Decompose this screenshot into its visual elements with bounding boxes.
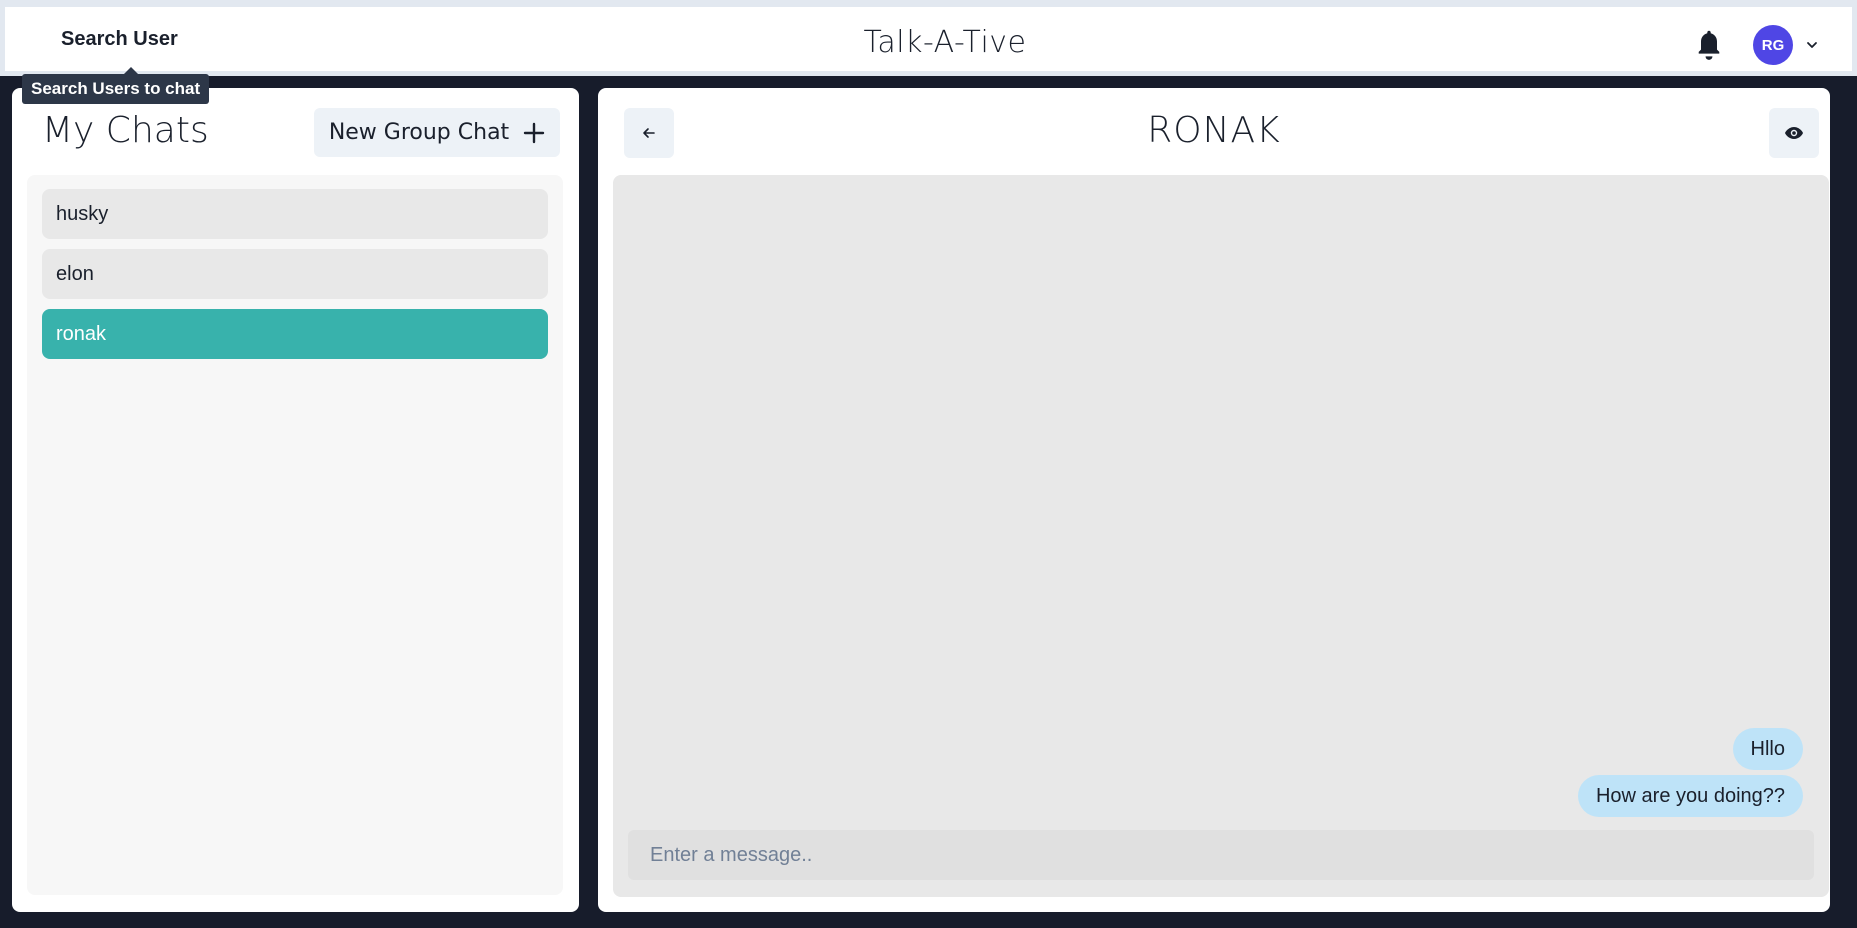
plus-icon xyxy=(523,122,545,143)
view-profile-button[interactable] xyxy=(1769,108,1819,158)
top-bar: Search User Talk-A-Tive RG xyxy=(0,0,1857,76)
chat-item-label: ronak xyxy=(56,322,107,345)
chat-panel: RONAK Hllo How are you doing?? xyxy=(598,88,1830,912)
chat-item-label: husky xyxy=(56,202,109,225)
my-chats-title: My Chats xyxy=(42,110,209,151)
eye-icon xyxy=(1785,127,1803,139)
chat-title: RONAK xyxy=(1147,110,1281,151)
search-tooltip: Search Users to chat xyxy=(22,67,210,104)
messages-area: Hllo How are you doing?? xyxy=(613,175,1829,897)
message-input[interactable] xyxy=(628,830,1814,880)
my-chats-panel: My Chats New Group Chat husky elon ronak xyxy=(12,88,579,912)
profile-menu-button[interactable]: RG xyxy=(1753,24,1819,66)
app-title: Talk-A-Tive xyxy=(863,25,1027,60)
message-bubble: How are you doing?? xyxy=(1577,775,1803,817)
chat-item-husky[interactable]: husky xyxy=(42,189,548,239)
chevron-down-icon xyxy=(1807,42,1817,48)
chat-list: husky elon ronak xyxy=(27,175,563,895)
header: Search User Talk-A-Tive RG xyxy=(5,7,1852,71)
chat-item-ronak[interactable]: ronak xyxy=(42,309,548,359)
chat-item-label: elon xyxy=(56,262,94,285)
chat-item-elon[interactable]: elon xyxy=(42,249,548,299)
new-group-chat-button[interactable]: New Group Chat xyxy=(314,108,560,157)
bell-icon[interactable] xyxy=(1695,29,1723,61)
message-bubble: Hllo xyxy=(1732,728,1803,770)
avatar: RG xyxy=(1753,25,1793,65)
new-group-chat-label: New Group Chat xyxy=(328,120,510,145)
